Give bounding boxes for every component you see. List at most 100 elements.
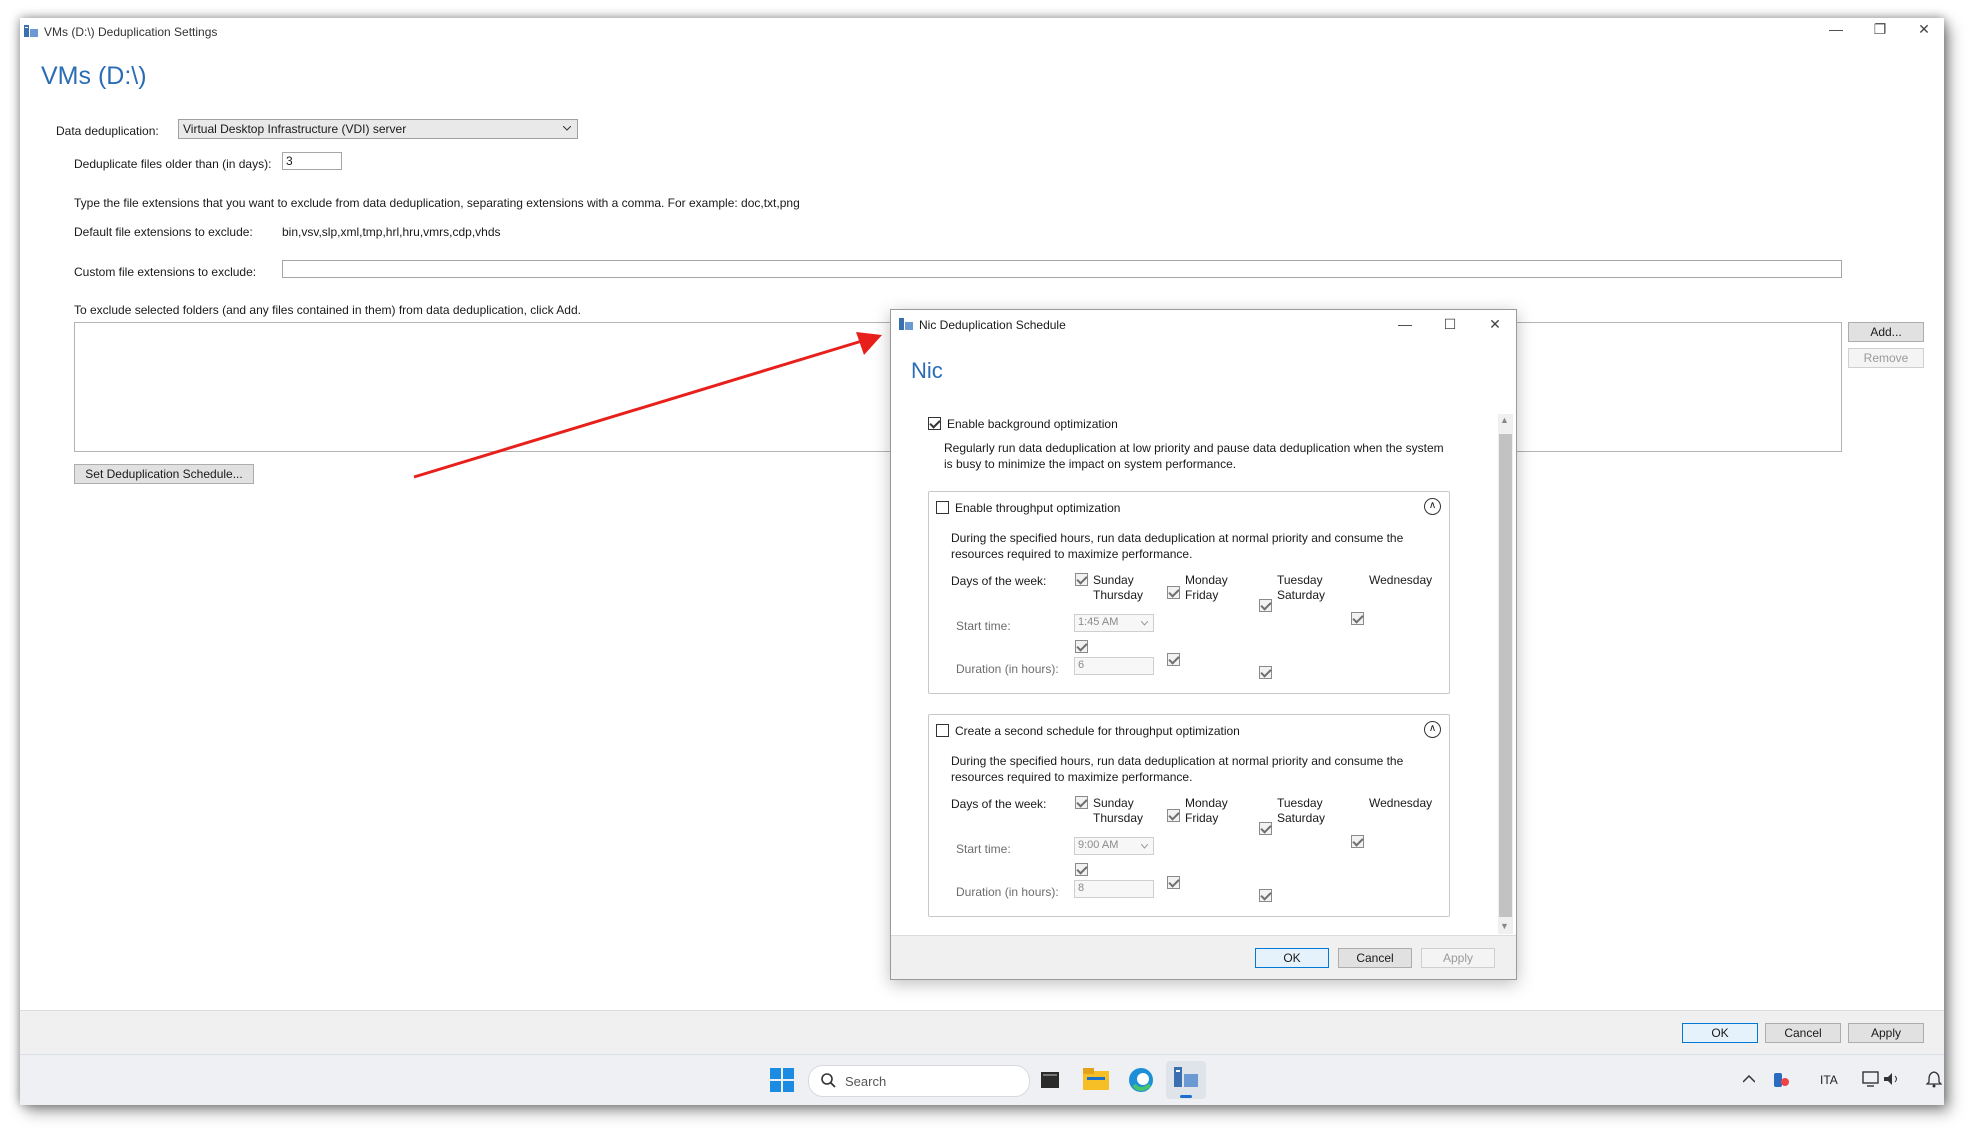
duration-input[interactable]: 6 bbox=[1074, 657, 1154, 675]
title-bar: VMs (D:\) Deduplication Settings — ❐ ✕ bbox=[20, 18, 1944, 44]
day-label: Monday bbox=[1185, 573, 1228, 587]
scrollbar-thumb[interactable] bbox=[1499, 434, 1512, 917]
taskbar: Search ITA bbox=[20, 1054, 1944, 1105]
day-checkbox-wednesday[interactable] bbox=[1351, 612, 1364, 625]
data-dedup-label: Data deduplication: bbox=[56, 124, 159, 138]
taskbar-server-manager-button[interactable] bbox=[1166, 1061, 1206, 1099]
background-opt-checkbox[interactable] bbox=[928, 417, 941, 430]
day-checkbox-tuesday[interactable] bbox=[1259, 599, 1272, 612]
scroll-down-icon[interactable]: ▼ bbox=[1500, 921, 1509, 931]
ok-button[interactable]: OK bbox=[1682, 1023, 1758, 1043]
day-checkbox-thursday[interactable] bbox=[1075, 640, 1088, 653]
day-checkbox-monday[interactable] bbox=[1167, 809, 1180, 822]
dialog-ok-button[interactable]: OK bbox=[1255, 948, 1329, 968]
app-tray-icon[interactable] bbox=[1772, 1071, 1790, 1089]
chevron-down-icon bbox=[1141, 621, 1148, 626]
days-label: Days of the week: bbox=[951, 797, 1047, 811]
extensions-instructions: Type the file extensions that you want t… bbox=[74, 196, 800, 210]
dialog-minimize-button[interactable]: — bbox=[1385, 313, 1425, 335]
custom-ext-input[interactable] bbox=[282, 260, 1842, 278]
second-schedule-description: During the specified hours, run data ded… bbox=[951, 754, 1404, 784]
dialog-cancel-button[interactable]: Cancel bbox=[1338, 948, 1412, 968]
file-explorer-icon[interactable] bbox=[1083, 1068, 1109, 1090]
throughput-opt-checkbox[interactable] bbox=[936, 501, 949, 514]
bottom-button-bar: OK Cancel Apply bbox=[20, 1010, 1944, 1055]
volume-icon[interactable] bbox=[1882, 1070, 1900, 1088]
dialog-scrollbar[interactable]: ▲ ▼ bbox=[1498, 414, 1513, 934]
edge-icon[interactable] bbox=[1128, 1067, 1154, 1093]
arrow-head bbox=[856, 332, 882, 355]
day-checkbox-sunday[interactable] bbox=[1075, 573, 1088, 586]
day-label: Saturday bbox=[1277, 811, 1326, 825]
day-checkbox-monday[interactable] bbox=[1167, 586, 1180, 599]
restore-button[interactable]: ❐ bbox=[1860, 18, 1900, 40]
language-indicator[interactable]: ITA bbox=[1820, 1073, 1838, 1087]
add-folder-button[interactable]: Add... bbox=[1848, 322, 1924, 342]
dialog-title-bar: Nic Deduplication Schedule — ☐ ✕ bbox=[891, 310, 1516, 338]
day-checkbox-saturday[interactable] bbox=[1259, 666, 1272, 679]
older-than-input[interactable]: 3 bbox=[282, 152, 342, 170]
days-grid: Sunday Monday Tuesday Wednesday Thursday… bbox=[1075, 573, 1445, 679]
collapse-up-icon[interactable]: ∧ bbox=[1424, 721, 1441, 738]
duration-input[interactable]: 8 bbox=[1074, 880, 1154, 898]
search-placeholder: Search bbox=[845, 1074, 887, 1089]
taskbar-search-box[interactable]: Search bbox=[808, 1065, 1030, 1097]
chevron-up-icon[interactable] bbox=[1743, 1075, 1755, 1083]
default-ext-value: bin,vsv,slp,xml,tmp,hrl,hru,vmrs,cdp,vhd… bbox=[282, 225, 501, 239]
scroll-up-icon[interactable]: ▲ bbox=[1500, 415, 1509, 425]
day-checkbox-friday[interactable] bbox=[1167, 653, 1180, 666]
day-checkbox-friday[interactable] bbox=[1167, 876, 1180, 889]
throughput-description: During the specified hours, run data ded… bbox=[951, 531, 1404, 561]
day-checkbox-saturday[interactable] bbox=[1259, 889, 1272, 902]
data-dedup-select[interactable]: Virtual Desktop Infrastructure (VDI) ser… bbox=[178, 119, 578, 139]
second-schedule-group: Create a second schedule for throughput … bbox=[928, 714, 1450, 917]
older-than-label: Deduplicate files older than (in days): bbox=[74, 157, 272, 171]
page-title: VMs (D:\) bbox=[41, 62, 147, 90]
day-checkbox-tuesday[interactable] bbox=[1259, 822, 1272, 835]
day-label: Thursday bbox=[1093, 811, 1144, 825]
network-icon[interactable] bbox=[1862, 1070, 1880, 1088]
day-checkbox-wednesday[interactable] bbox=[1351, 835, 1364, 848]
day-label: Sunday bbox=[1093, 796, 1134, 810]
days-grid: Sunday Monday Tuesday Wednesday Thursday… bbox=[1075, 796, 1445, 902]
second-schedule-label: Create a second schedule for throughput … bbox=[955, 724, 1240, 738]
day-label: Monday bbox=[1185, 796, 1228, 810]
second-schedule-checkbox[interactable] bbox=[936, 724, 949, 737]
dialog-maximize-button[interactable]: ☐ bbox=[1430, 313, 1470, 335]
collapse-up-icon[interactable]: ∧ bbox=[1424, 498, 1441, 515]
day-checkbox-thursday[interactable] bbox=[1075, 863, 1088, 876]
schedule-dialog: Nic Deduplication Schedule — ☐ ✕ Nic Ena… bbox=[890, 309, 1517, 980]
dialog-apply-button[interactable]: Apply bbox=[1421, 948, 1495, 968]
start-time-label: Start time: bbox=[956, 842, 1011, 856]
start-time-label: Start time: bbox=[956, 619, 1011, 633]
chevron-down-icon bbox=[1141, 844, 1148, 849]
throughput-schedule-group: Enable throughput optimization ∧ During … bbox=[928, 491, 1450, 694]
set-schedule-button[interactable]: Set Deduplication Schedule... bbox=[74, 464, 254, 484]
cancel-button[interactable]: Cancel bbox=[1765, 1023, 1841, 1043]
day-checkbox-sunday[interactable] bbox=[1075, 796, 1088, 809]
day-label: Sunday bbox=[1093, 573, 1134, 587]
day-label: Friday bbox=[1185, 588, 1219, 602]
start-time-value: 1:45 AM bbox=[1078, 616, 1119, 628]
task-view-icon[interactable] bbox=[1040, 1071, 1060, 1089]
dialog-button-bar: OK Cancel Apply bbox=[891, 935, 1516, 979]
remove-folder-button[interactable]: Remove bbox=[1848, 348, 1924, 368]
close-button[interactable]: ✕ bbox=[1904, 18, 1944, 40]
folders-instruction: To exclude selected folders (and any fil… bbox=[74, 303, 581, 317]
default-ext-label: Default file extensions to exclude: bbox=[74, 225, 253, 239]
notification-bell-icon[interactable] bbox=[1926, 1070, 1942, 1088]
dialog-title: Nic Deduplication Schedule bbox=[919, 318, 1066, 332]
duration-label: Duration (in hours): bbox=[956, 885, 1059, 899]
dialog-close-button[interactable]: ✕ bbox=[1475, 313, 1515, 335]
day-label: Wednesday bbox=[1369, 796, 1433, 810]
arrow-shaft bbox=[413, 339, 863, 479]
start-time-select[interactable]: 9:00 AM bbox=[1074, 837, 1154, 855]
start-time-select[interactable]: 1:45 AM bbox=[1074, 614, 1154, 632]
day-label: Tuesday bbox=[1277, 796, 1323, 810]
dialog-heading: Nic bbox=[911, 358, 943, 383]
duration-label: Duration (in hours): bbox=[956, 662, 1059, 676]
start-time-value: 9:00 AM bbox=[1078, 839, 1119, 851]
apply-button[interactable]: Apply bbox=[1848, 1023, 1924, 1043]
minimize-button[interactable]: — bbox=[1816, 18, 1856, 40]
windows-start-icon[interactable] bbox=[770, 1068, 794, 1092]
